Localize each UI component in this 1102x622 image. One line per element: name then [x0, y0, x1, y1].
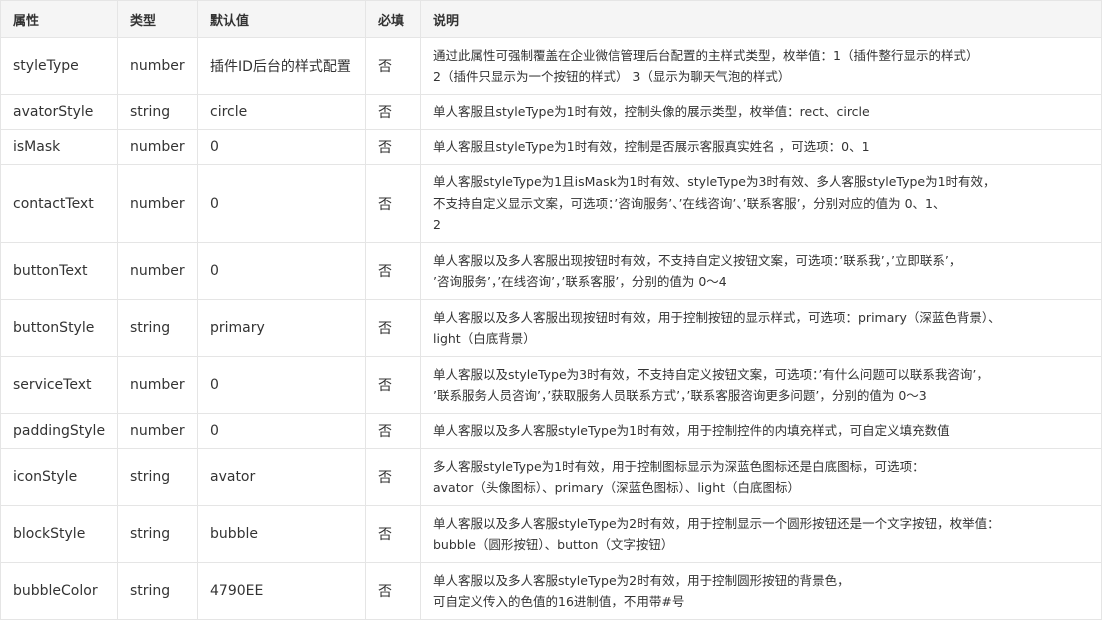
cell-default: 插件ID后台的样式配置 — [197, 37, 366, 95]
header-type: 类型 — [117, 0, 198, 38]
desc-line: 单人客服且styleType为1时有效，控制头像的展示类型，枚举值：rect、c… — [433, 104, 870, 120]
cell-attr: paddingStyle — [0, 413, 118, 449]
cell-desc: 单人客服以及多人客服styleType为2时有效，用于控制圆形按钮的背景色， 可… — [420, 562, 1102, 620]
cell-required: 否 — [365, 129, 421, 165]
cell-type: string — [117, 562, 198, 620]
desc-line: 2（插件只显示为一个按钮的样式） 3（显示为聊天气泡的样式） — [433, 69, 791, 84]
header-default: 默认值 — [197, 0, 366, 38]
cell-type: number — [117, 413, 198, 449]
table-row: paddingStyle number 0 否 单人客服以及多人客服styleT… — [0, 413, 1102, 449]
cell-required: 否 — [365, 505, 421, 563]
cell-type: string — [117, 94, 198, 130]
cell-default: bubble — [197, 505, 366, 563]
table-row: iconStyle string avator 否 多人客服styleType为… — [0, 448, 1102, 506]
table-row: isMask number 0 否 单人客服且styleType为1时有效，控制… — [0, 129, 1102, 165]
cell-default: avator — [197, 448, 366, 506]
header-desc: 说明 — [420, 0, 1102, 38]
cell-attr: serviceText — [0, 356, 118, 414]
cell-attr: contactText — [0, 164, 118, 243]
cell-type: string — [117, 505, 198, 563]
desc-line: 单人客服以及多人客服出现按钮时有效，用于控制按钮的显示样式，可选项：primar… — [433, 309, 1001, 325]
cell-default: 0 — [197, 413, 366, 449]
cell-required: 否 — [365, 94, 421, 130]
cell-required: 否 — [365, 37, 421, 95]
cell-default: 0 — [197, 164, 366, 243]
cell-attr: avatorStyle — [0, 94, 118, 130]
desc-line: ’咨询服务’，’在线咨询’，’联系客服’，分别的值为 0～4 — [433, 274, 727, 289]
header-attr: 属性 — [0, 0, 118, 38]
desc-line: 单人客服且styleType为1时有效，控制是否展示客服真实姓名 ，可选项：0、… — [433, 139, 870, 155]
cell-required: 否 — [365, 164, 421, 243]
table-row: buttonStyle string primary 否 单人客服以及多人客服出… — [0, 299, 1102, 357]
table-row: avatorStyle string circle 否 单人客服且styleTy… — [0, 94, 1102, 130]
desc-line: 通过此属性可强制覆盖在企业微信管理后台配置的主样式类型，枚举值：1（插件整行显示… — [433, 47, 979, 63]
cell-type: string — [117, 448, 198, 506]
table-row: styleType number 插件ID后台的样式配置 否 通过此属性可强制覆… — [0, 37, 1102, 95]
table-row: blockStyle string bubble 否 单人客服以及多人客服sty… — [0, 505, 1102, 563]
cell-default: circle — [197, 94, 366, 130]
cell-type: number — [117, 356, 198, 414]
cell-required: 否 — [365, 562, 421, 620]
cell-attr: buttonText — [0, 242, 118, 300]
cell-required: 否 — [365, 299, 421, 357]
cell-type: number — [117, 164, 198, 243]
cell-attr: bubbleColor — [0, 562, 118, 620]
desc-line: 单人客服以及多人客服styleType为1时有效，用于控制控件的内填充样式，可自… — [433, 423, 950, 439]
cell-attr: buttonStyle — [0, 299, 118, 357]
header-required: 必填 — [365, 0, 421, 38]
desc-line: bubble（圆形按钮）、button（文字按钮） — [433, 537, 674, 552]
cell-attr: iconStyle — [0, 448, 118, 506]
cell-type: string — [117, 299, 198, 357]
cell-type: number — [117, 129, 198, 165]
desc-line: ’联系服务人员咨询’，’获取服务人员联系方式’，’联系客服咨询更多问题’，分别的… — [433, 388, 927, 403]
cell-desc: 通过此属性可强制覆盖在企业微信管理后台配置的主样式类型，枚举值：1（插件整行显示… — [420, 37, 1102, 95]
cell-desc: 单人客服styleType为1且isMask为1时有效、styleType为3时… — [420, 164, 1102, 243]
cell-type: number — [117, 37, 198, 95]
desc-line: 多人客服styleType为1时有效，用于控制图标显示为深蓝色图标还是白底图标，… — [433, 458, 925, 474]
table-row: bubbleColor string 4790EE 否 单人客服以及多人客服st… — [0, 562, 1102, 620]
cell-default: 0 — [197, 356, 366, 414]
cell-desc: 单人客服且styleType为1时有效，控制是否展示客服真实姓名 ，可选项：0、… — [420, 129, 1102, 165]
desc-line: 单人客服以及多人客服styleType为2时有效，用于控制显示一个圆形按钮还是一… — [433, 515, 1000, 531]
cell-required: 否 — [365, 356, 421, 414]
cell-attr: styleType — [0, 37, 118, 95]
desc-line: 2 — [433, 217, 441, 233]
cell-desc: 单人客服以及多人客服出现按钮时有效，不支持自定义按钮文案，可选项：’联系我’，’… — [420, 242, 1102, 300]
cell-required: 否 — [365, 413, 421, 449]
table-row: serviceText number 0 否 单人客服以及styleType为3… — [0, 356, 1102, 414]
cell-type: number — [117, 242, 198, 300]
desc-line: 单人客服以及styleType为3时有效，不支持自定义按钮文案，可选项：’有什么… — [433, 366, 989, 382]
desc-line: avator（头像图标）、primary（深蓝色图标）、light（白底图标） — [433, 480, 801, 495]
cell-desc: 单人客服以及styleType为3时有效，不支持自定义按钮文案，可选项：’有什么… — [420, 356, 1102, 414]
cell-default: 0 — [197, 242, 366, 300]
table-row: buttonText number 0 否 单人客服以及多人客服出现按钮时有效，… — [0, 242, 1102, 300]
table-header-row: 属性 类型 默认值 必填 说明 — [0, 0, 1102, 38]
cell-default: 0 — [197, 129, 366, 165]
cell-desc: 单人客服以及多人客服出现按钮时有效，用于控制按钮的显示样式，可选项：primar… — [420, 299, 1102, 357]
desc-line: 不支持自定义显示文案，可选项：’咨询服务’、’在线咨询’、’联系客服’，分别对应… — [433, 195, 946, 211]
desc-line: 单人客服以及多人客服styleType为2时有效，用于控制圆形按钮的背景色， — [433, 572, 850, 588]
table-row: contactText number 0 否 单人客服styleType为1且i… — [0, 164, 1102, 243]
desc-line: 单人客服以及多人客服出现按钮时有效，不支持自定义按钮文案，可选项：’联系我’，’… — [433, 252, 962, 268]
cell-attr: isMask — [0, 129, 118, 165]
cell-default: primary — [197, 299, 366, 357]
desc-line: 可自定义传入的色值的16进制值，不用带#号 — [433, 594, 685, 609]
cell-desc: 多人客服styleType为1时有效，用于控制图标显示为深蓝色图标还是白底图标，… — [420, 448, 1102, 506]
cell-attr: blockStyle — [0, 505, 118, 563]
cell-desc: 单人客服以及多人客服styleType为1时有效，用于控制控件的内填充样式，可自… — [420, 413, 1102, 449]
cell-desc: 单人客服以及多人客服styleType为2时有效，用于控制显示一个圆形按钮还是一… — [420, 505, 1102, 563]
cell-required: 否 — [365, 242, 421, 300]
cell-required: 否 — [365, 448, 421, 506]
attribute-table: 属性 类型 默认值 必填 说明 styleType number 插件ID后台的… — [0, 0, 1102, 620]
desc-line: light（白底背景） — [433, 331, 536, 346]
cell-desc: 单人客服且styleType为1时有效，控制头像的展示类型，枚举值：rect、c… — [420, 94, 1102, 130]
desc-line: 单人客服styleType为1且isMask为1时有效、styleType为3时… — [433, 174, 996, 190]
cell-default: 4790EE — [197, 562, 366, 620]
